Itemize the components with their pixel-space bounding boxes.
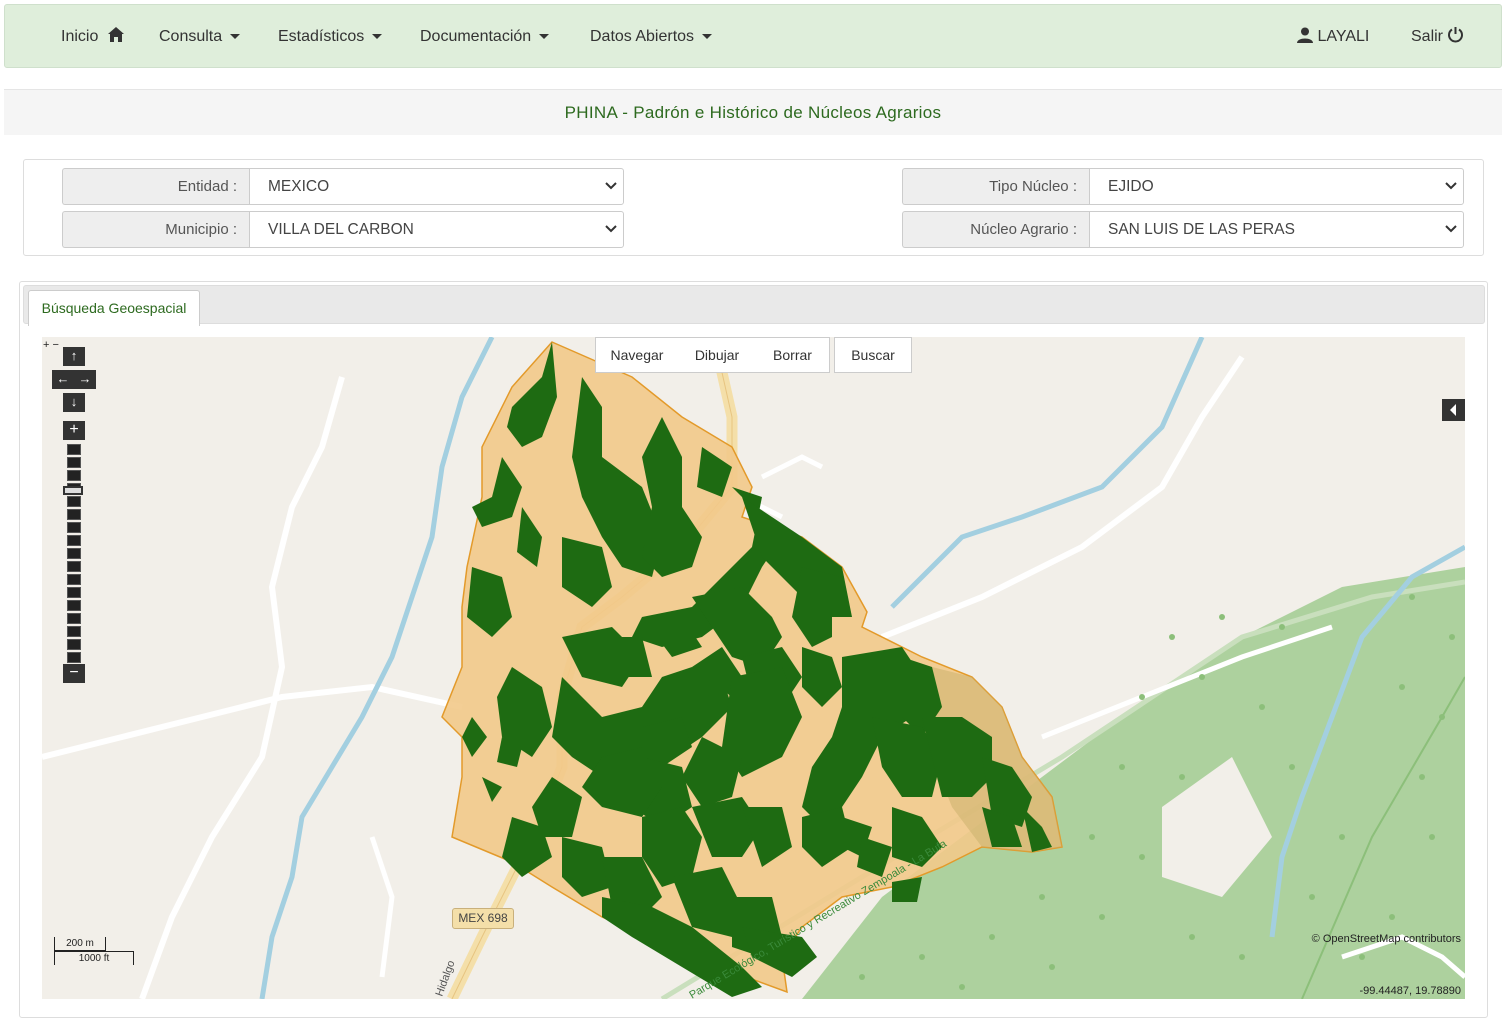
scale-imperial: 1000 ft xyxy=(54,951,134,965)
caret-down-icon xyxy=(230,34,241,40)
road-white-3 xyxy=(880,355,1245,640)
river-1 xyxy=(259,337,495,999)
chevron-left-icon xyxy=(1450,404,1456,416)
zoom-level-segment[interactable] xyxy=(67,613,81,624)
nav-estadisticos[interactable]: Estadísticos xyxy=(278,5,383,69)
layer-switcher-toggle[interactable] xyxy=(1442,399,1465,421)
zoom-level-segment[interactable] xyxy=(67,600,81,611)
pan-down-button[interactable]: ↓ xyxy=(63,393,85,412)
scale-metric: 200 m xyxy=(54,937,106,951)
nav-documentacion-label: Documentación xyxy=(420,28,532,45)
chevron-down-icon xyxy=(1445,182,1457,190)
zoom-level-segment[interactable] xyxy=(67,535,81,546)
tipo-nucleo-label: Tipo Núcleo : xyxy=(902,168,1089,205)
zoom-level-segment[interactable] xyxy=(67,626,81,637)
page-title: PHINA - Padrón e Histórico de Núcleos Ag… xyxy=(4,89,1502,135)
road-white-1 xyxy=(42,683,463,760)
caret-down-icon xyxy=(702,34,713,40)
chevron-down-icon xyxy=(605,225,617,233)
zoom-level-segment[interactable] xyxy=(67,561,81,572)
zoom-slider-handle[interactable] xyxy=(63,486,83,495)
mouse-coordinates: -99.44487, 19.78890 xyxy=(1359,985,1461,997)
nucleo-agrario-value: SAN LUIS DE LAS PERAS xyxy=(1108,221,1295,238)
user-icon xyxy=(1297,27,1313,43)
nav-datos-abiertos-label: Datos Abiertos xyxy=(590,28,695,45)
dibujar-button[interactable]: Dibujar xyxy=(678,337,757,373)
entidad-value: MEXICO xyxy=(268,178,330,195)
zoom-level-segment[interactable] xyxy=(67,496,81,507)
nucleo-agrario-label: Núcleo Agrario : xyxy=(902,211,1089,248)
nav-datos-abiertos[interactable]: Datos Abiertos xyxy=(590,5,713,69)
zoom-level-segment[interactable] xyxy=(67,522,81,533)
buscar-button[interactable]: Buscar xyxy=(834,337,912,373)
borrar-button[interactable]: Borrar xyxy=(756,337,830,373)
caret-down-icon xyxy=(372,34,383,40)
road-white-5 xyxy=(369,836,395,978)
tipo-nucleo-value: EJIDO xyxy=(1108,178,1154,195)
zoom-in-button[interactable]: + xyxy=(63,421,85,440)
mini-zoom-control[interactable]: + − xyxy=(43,339,59,351)
nav-consulta-label: Consulta xyxy=(159,28,223,45)
home-icon xyxy=(107,27,124,43)
tabs-header: Búsqueda Geoespacial xyxy=(23,285,1485,326)
zoom-level-segment[interactable] xyxy=(67,457,81,468)
tipo-nucleo-select[interactable]: EJIDO xyxy=(1089,168,1464,205)
municipio-value: VILLA DEL CARBON xyxy=(268,221,414,238)
nav-inicio-label: Inicio xyxy=(61,28,99,45)
zoom-level-segment[interactable] xyxy=(67,548,81,559)
pan-right-button[interactable]: → xyxy=(74,370,96,389)
zoom-level-segment[interactable] xyxy=(67,509,81,520)
zoom-level-segment[interactable] xyxy=(67,652,81,663)
zoom-level-segment[interactable] xyxy=(67,444,81,455)
zoom-level-segment[interactable] xyxy=(67,574,81,585)
entidad-label: Entidad : xyxy=(62,168,249,205)
municipio-label: Municipio : xyxy=(62,211,249,248)
nav-salir-label: Salir xyxy=(1411,28,1444,45)
chevron-down-icon xyxy=(1445,225,1457,233)
municipio-select[interactable]: VILLA DEL CARBON xyxy=(249,211,624,248)
nav-inicio[interactable]: Inicio xyxy=(61,5,125,69)
zoom-level-segment[interactable] xyxy=(67,470,81,481)
pan-up-button[interactable]: ↑ xyxy=(63,347,85,366)
nav-estadisticos-label: Estadísticos xyxy=(278,28,365,45)
nav-documentacion[interactable]: Documentación xyxy=(420,5,550,69)
nav-consulta[interactable]: Consulta xyxy=(159,5,241,69)
entidad-select[interactable]: MEXICO xyxy=(249,168,624,205)
nav-user[interactable]: LAYALI xyxy=(1297,5,1369,69)
navbar: Inicio Consulta Estadísticos Documentaci… xyxy=(4,4,1502,68)
navegar-button[interactable]: Navegar xyxy=(595,337,679,373)
tab-busqueda-geoespacial[interactable]: Búsqueda Geoespacial xyxy=(28,290,200,326)
power-icon xyxy=(1448,26,1464,43)
nav-user-label: LAYALI xyxy=(1317,28,1370,45)
pan-left-button[interactable]: ← xyxy=(52,370,74,389)
zoom-level-segment[interactable] xyxy=(67,587,81,598)
zoom-level-segment[interactable] xyxy=(67,639,81,650)
nav-salir[interactable]: Salir xyxy=(1411,5,1464,69)
road-label-mex-698: MEX 698 xyxy=(452,908,514,929)
map[interactable]: Hidalgo Parque Ecológico, Turístico y Re… xyxy=(42,337,1465,999)
chevron-down-icon xyxy=(605,182,617,190)
road-white-2 xyxy=(139,376,345,999)
map-attribution: © OpenStreetMap contributors xyxy=(1311,933,1461,945)
nucleo-agrario-select[interactable]: SAN LUIS DE LAS PERAS xyxy=(1089,211,1464,248)
map-canvas[interactable]: Hidalgo Parque Ecológico, Turístico y Re… xyxy=(42,337,1465,999)
caret-down-icon xyxy=(539,34,550,40)
zoom-out-button[interactable]: − xyxy=(63,664,85,683)
filter-panel: Entidad : MEXICO Municipio : VILLA DEL C… xyxy=(23,159,1484,256)
